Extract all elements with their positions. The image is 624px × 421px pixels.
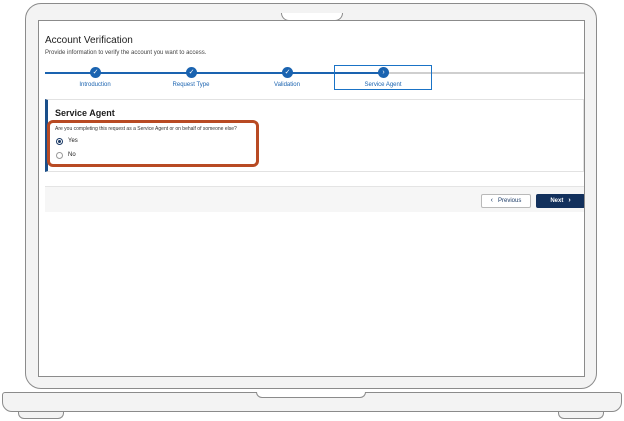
- next-button-label: Next: [550, 198, 564, 204]
- step-request-type-check-icon: ✓: [186, 67, 197, 78]
- step-request-type-label[interactable]: Request Type: [156, 82, 226, 88]
- laptop-foot-right: [558, 412, 604, 419]
- laptop-screen: Account Verification Provide information…: [38, 20, 585, 377]
- step-validation-label[interactable]: Validation: [252, 82, 322, 88]
- laptop-foot-left: [18, 412, 64, 419]
- step-introduction-check-icon: ✓: [90, 67, 101, 78]
- chevron-right-icon: ›: [568, 197, 571, 204]
- step-service-agent-label[interactable]: Service Agent: [348, 82, 418, 88]
- previous-button-label: Previous: [498, 198, 522, 204]
- next-button[interactable]: Next ›: [536, 194, 584, 208]
- page-subtitle: Provide information to verify the accoun…: [45, 50, 207, 56]
- chevron-left-icon: ‹: [490, 197, 493, 204]
- step-validation-check-icon: ✓: [282, 67, 293, 78]
- section-title: Service Agent: [55, 108, 115, 118]
- laptop-base-groove: [256, 392, 366, 398]
- previous-button[interactable]: ‹ Previous: [481, 194, 531, 208]
- page-title: Account Verification: [45, 35, 133, 46]
- step-introduction-label[interactable]: Introduction: [60, 82, 130, 88]
- step-service-agent-chevron-right-icon: ›: [378, 67, 389, 78]
- callout-highlight-box: [47, 120, 259, 167]
